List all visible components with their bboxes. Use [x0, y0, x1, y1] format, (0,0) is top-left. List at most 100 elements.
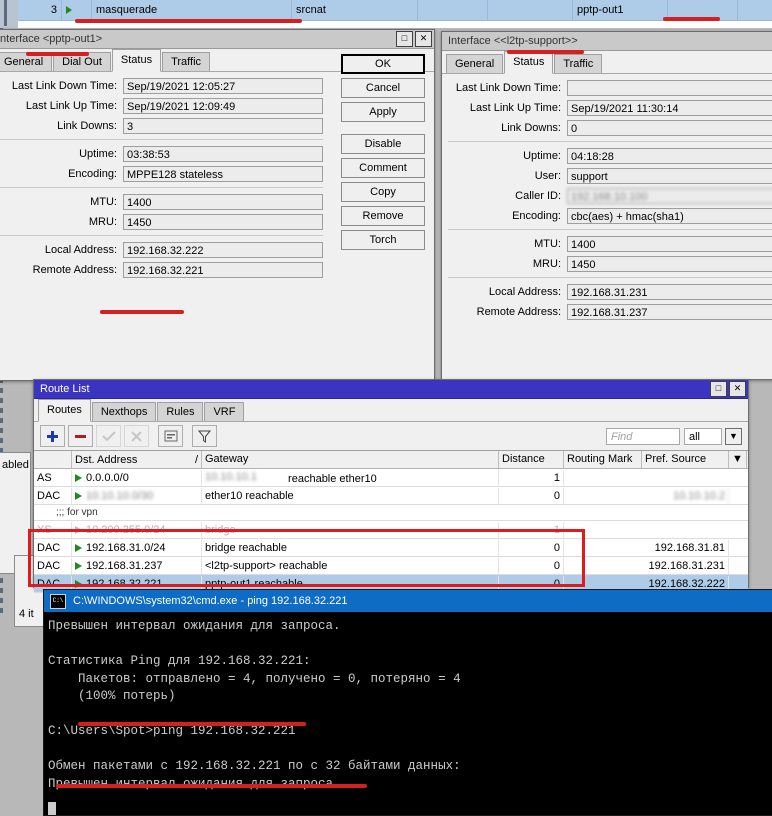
col-pref-source[interactable]: Pref. Source — [642, 451, 729, 468]
tab-traffic[interactable]: Traffic — [162, 52, 211, 71]
table-row[interactable]: AS 0.0.0.0/0 10.10.10.1 reachable ether1… — [34, 468, 748, 487]
ok-button[interactable]: OK — [341, 54, 425, 74]
plus-icon — [47, 430, 58, 442]
l2tp-support-interface-window[interactable]: Interface <<l2tp-support>> General Statu… — [441, 31, 772, 380]
pptp-button-column[interactable]: OK Cancel Apply Disable Comment Copy Rem… — [341, 54, 425, 250]
background-left-label: abled — [2, 459, 29, 471]
tab-status[interactable]: Status — [111, 49, 162, 72]
l2tp-value-last-link-up-time[interactable]: Sep/19/2021 11:30:14 — [567, 100, 772, 116]
disable-route-button[interactable] — [124, 425, 149, 447]
l2tp-value-caller-id[interactable]: 192.168.10.100 — [567, 188, 772, 204]
torch-button[interactable]: Torch — [341, 230, 425, 250]
value-local-address[interactable]: 192.168.32.222 — [123, 242, 323, 258]
route-arrow-icon — [75, 473, 82, 482]
col-gateway[interactable]: Gateway — [202, 451, 499, 468]
tab-rules[interactable]: Rules — [157, 402, 204, 421]
cmd-icon: C:\ — [50, 593, 66, 609]
annotation-underline-l2tp-title — [507, 50, 584, 54]
chevron-down-icon[interactable]: ▼ — [725, 427, 742, 445]
search-input[interactable]: Find — [606, 427, 680, 445]
value-last-link-up-time[interactable]: Sep/19/2021 12:09:49 — [123, 98, 323, 114]
label-link-downs: Link Downs: — [57, 120, 117, 132]
filter-select[interactable]: all — [684, 427, 722, 445]
remove-route-button[interactable] — [68, 425, 93, 447]
col-dst-address-label: Dst. Address — [75, 453, 138, 466]
copy-button[interactable]: Copy — [341, 182, 425, 202]
l2tp-value-encoding[interactable]: cbc(aes) + hmac(sha1) — [567, 208, 772, 224]
cross-icon — [131, 430, 142, 442]
l2tp-form-divider-2 — [448, 229, 772, 230]
route-list-maximize-icon[interactable]: □ — [710, 381, 727, 397]
l2tp-window-title: Interface <<l2tp-support>> — [448, 35, 578, 47]
apply-button[interactable]: Apply — [341, 102, 425, 122]
value-uptime[interactable]: 03:38:53 — [123, 146, 323, 162]
value-mru[interactable]: 1450 — [123, 214, 323, 230]
l2tp-value-local-address[interactable]: 192.168.31.231 — [567, 284, 772, 300]
route-list-tab-bar[interactable]: Routes Nexthops Rules VRF — [34, 399, 748, 422]
minus-icon — [75, 434, 86, 438]
l2tp-value-mtu[interactable]: 1400 — [567, 236, 772, 252]
tab-routes[interactable]: Routes — [38, 399, 91, 422]
add-route-button[interactable] — [40, 425, 65, 447]
l2tp-value-mru[interactable]: 1450 — [567, 256, 772, 272]
l2tp-label-last-link-down-time: Last Link Down Time: — [455, 82, 561, 94]
background-firewall-list: 3 masquerade srcnat pptp-out1 — [0, 0, 772, 28]
tab-vrf[interactable]: VRF — [204, 402, 245, 421]
value-encoding[interactable]: MPPE128 stateless — [123, 166, 323, 182]
cmd-console-window[interactable]: C:\ C:\WINDOWS\system32\cmd.exe - ping 1… — [43, 589, 772, 816]
filter-route-button[interactable] — [192, 425, 217, 447]
value-mtu[interactable]: 1400 — [123, 194, 323, 210]
row-dst-text: 0.0.0.0/0 — [86, 471, 129, 484]
l2tp-tab-bar[interactable]: General Status Traffic — [442, 51, 772, 74]
value-remote-address[interactable]: 192.168.32.221 — [123, 262, 323, 278]
disable-button[interactable]: Disable — [341, 134, 425, 154]
remove-button[interactable]: Remove — [341, 206, 425, 226]
row-gateway-blurred-ip: 10.10.10.1 — [205, 470, 257, 483]
l2tp-value-last-link-down-time[interactable] — [567, 80, 772, 96]
route-list-title: Route List — [40, 383, 90, 395]
annotation-underline-remote-address — [100, 310, 184, 314]
close-icon[interactable]: ✕ — [415, 31, 432, 47]
firewall-rule-chain: srcnat — [292, 0, 418, 20]
console-titlebar: C:\ C:\WINDOWS\system32\cmd.exe - ping 1… — [44, 590, 772, 612]
l2tp-value-remote-address[interactable]: 192.168.31.237 — [567, 304, 772, 320]
annotation-underline-timeout — [56, 784, 367, 788]
console-output[interactable]: Превышен интервал ожидания для запроса. … — [44, 612, 772, 793]
l2tp-form-divider-1 — [448, 141, 772, 142]
column-chooser-icon[interactable]: ▼ — [729, 451, 747, 468]
enable-route-button[interactable] — [96, 425, 121, 447]
route-comment-row: ;;; for vpn — [34, 505, 748, 521]
row-flags: DAC — [34, 487, 72, 504]
l2tp-value-uptime[interactable]: 04:18:28 — [567, 148, 772, 164]
route-list-search-area[interactable]: Find all ▼ — [606, 427, 742, 445]
col-dst-address[interactable]: Dst. Address / — [72, 451, 202, 468]
value-last-link-down-time[interactable]: Sep/19/2021 12:05:27 — [123, 78, 323, 94]
comment-route-button[interactable] — [158, 425, 183, 447]
row-dst-address: 10.10.10.0/30 — [72, 487, 202, 504]
l2tp-tab-traffic[interactable]: Traffic — [554, 54, 603, 73]
l2tp-value-link-downs[interactable]: 0 — [567, 120, 772, 136]
l2tp-value-user[interactable]: support — [567, 168, 772, 184]
l2tp-tab-status[interactable]: Status — [504, 51, 554, 74]
l2tp-tab-general[interactable]: General — [446, 54, 504, 73]
check-icon — [101, 430, 116, 441]
maximize-icon[interactable]: □ — [396, 31, 413, 47]
route-list-close-icon[interactable]: ✕ — [729, 381, 746, 397]
sort-ascending-icon: / — [194, 453, 198, 466]
pptp-window-title: Interface <pptp-out1> — [0, 33, 103, 45]
row-dst-text: 10.10.10.0/30 — [86, 489, 154, 502]
col-flags[interactable] — [34, 451, 72, 468]
cancel-button[interactable]: Cancel — [341, 78, 425, 98]
label-last-link-down-time: Last Link Down Time: — [11, 80, 117, 92]
comment-button[interactable]: Comment — [341, 158, 425, 178]
value-link-downs[interactable]: 3 — [123, 118, 323, 134]
comment-icon — [164, 430, 177, 442]
l2tp-form-divider-3 — [448, 277, 772, 278]
col-routing-mark[interactable]: Routing Mark — [564, 451, 642, 468]
pptp-out1-interface-window[interactable]: Interface <pptp-out1> □ ✕ General Dial O… — [0, 29, 435, 381]
route-list-toolbar[interactable]: Find all ▼ — [34, 422, 748, 450]
tab-nexthops[interactable]: Nexthops — [91, 402, 157, 421]
col-distance[interactable]: Distance — [499, 451, 564, 468]
table-row[interactable]: DAC 10.10.10.0/30 ether10 reachable 0 10… — [34, 487, 748, 505]
firewall-rule-row[interactable]: 3 masquerade srcnat pptp-out1 — [18, 0, 772, 21]
